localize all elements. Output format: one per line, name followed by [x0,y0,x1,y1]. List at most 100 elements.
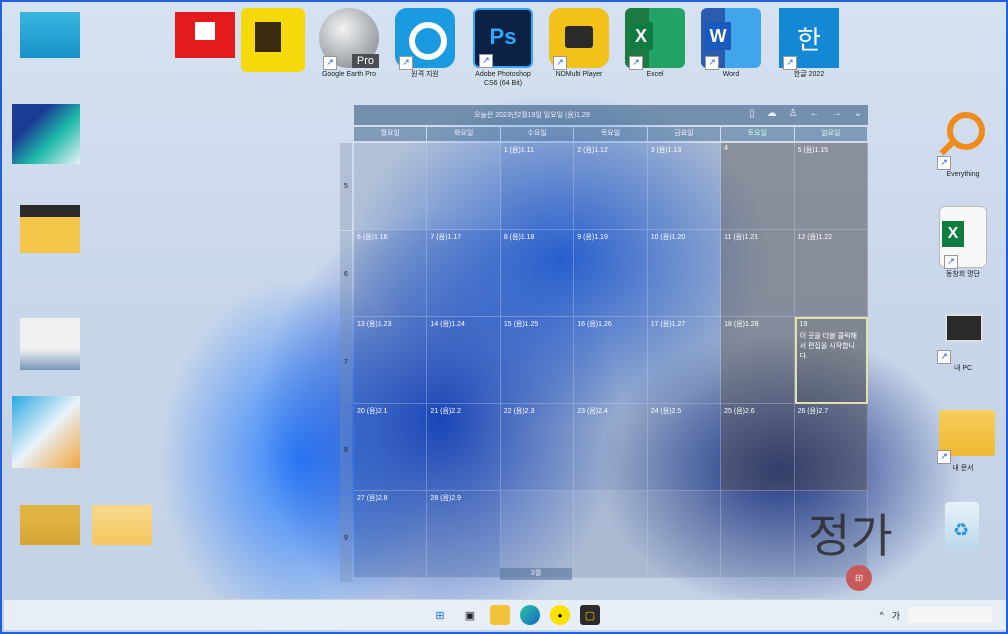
desktop-icon-3[interactable] [20,205,80,253]
day-label: 7 (음)1.17 [430,234,461,241]
day-label: 17 (음)1.27 [650,321,686,328]
desktop-icon-xls-file[interactable]: X ↗ 동창회 명단 [928,206,998,279]
clock[interactable] [908,607,992,623]
calendar-day[interactable]: 25 (음)2.6 [721,404,795,491]
calendar-day[interactable]: 11 (음)1.21 [721,230,795,317]
arrow-right-icon[interactable]: → [832,108,842,119]
calendar-day[interactable]: 17 (음)1.27 [647,317,722,404]
day-name: 일요일 [794,127,867,141]
calendar-day[interactable]: 2 (음)1.12 [574,143,648,230]
app-icon[interactable]: ▢ [580,605,600,625]
monitor-icon: ↗ [933,302,993,364]
calendar-day[interactable]: 23 (음)2.4 [574,404,648,491]
day-label: 9 (음)1.19 [577,234,608,241]
calendar-day[interactable]: 7 (음)1.17 [427,230,501,317]
calendar-day[interactable]: 15 (음)1.25 [500,317,575,404]
calendar-day[interactable]: 28 (음)2.9 [427,491,501,578]
calendar-day[interactable]: 3 (음)1.13 [647,143,722,230]
week-number: 5 [340,143,352,230]
user-icon[interactable]: ♙ [789,108,798,119]
desktop-icon-4[interactable] [20,318,80,370]
calendar-day[interactable]: 8 (음)1.18 [500,230,575,317]
calendar-day[interactable]: 4 [721,143,795,230]
calendar-day[interactable] [427,143,501,230]
calendar-day[interactable]: 13 (음)1.23 [354,317,428,404]
calendar-title: 오늘은 2023년2월19일 일요일 (음)1.29 [474,112,590,119]
day-label: 16 (음)1.26 [577,321,612,328]
day-label: 4 [724,145,729,152]
excel-badge: X [629,22,653,50]
shortcut-arrow-icon: ↗ [479,54,493,68]
kakaotalk-icon[interactable]: ● [550,605,570,625]
day-label: 25 (음)2.6 [724,408,755,415]
system-tray: ^ 가 [879,607,992,623]
calendar-day[interactable]: 18 (음)1.28 [721,317,795,404]
photoshop-icon: Ps ↗ [473,8,533,68]
start-icon[interactable]: ⊞ [430,605,450,625]
task-view-icon[interactable]: ▣ [460,605,480,625]
calendar-day[interactable] [574,491,648,578]
edge-icon[interactable] [520,605,540,625]
calendar-day[interactable]: 21 (음)2.2 [427,404,501,491]
desktop-icon-remote[interactable]: ↗ 원격 지원 [390,8,460,79]
icon-label: Adobe Photoshop CS6 (64 Bit) [475,71,531,87]
desktop-icon-photoshop[interactable]: Ps ↗ Adobe Photoshop CS6 (64 Bit) [468,8,538,88]
calendar-day[interactable]: 10 (음)1.20 [647,230,722,317]
calendar-day[interactable]: 20 (음)2.1 [354,404,428,491]
calendar-day[interactable]: 5 (음)1.15 [794,143,868,230]
desktop-icon-ndmulti[interactable]: ↗ NDMulti Player [544,8,614,79]
tray-chevron-icon[interactable]: ^ [879,610,883,620]
shortcut-arrow-icon: ↗ [937,450,951,464]
calendar-day[interactable]: 27 (음)2.8 [354,491,428,578]
arrow-left-icon[interactable]: ← [810,108,820,119]
desktop-icon-mypc[interactable]: ↗ 내 PC [928,302,998,373]
desktop-icon-hwp[interactable]: 한 ↗ 한글 2022 [774,8,844,79]
desktop-icon-yellow[interactable] [238,8,308,72]
calendar-day[interactable]: 14 (음)1.24 [427,317,501,404]
day-label: 18 (음)1.28 [724,321,759,328]
file-explorer-icon[interactable] [490,605,510,625]
desktop-icon-5[interactable] [12,396,80,468]
excel-icon: X ↗ [625,8,685,70]
day-label: 6 (음)1.16 [357,234,388,241]
calendar-day[interactable]: 16 (음)1.26 [574,317,648,404]
shortcut-arrow-icon: ↗ [323,56,337,70]
calendar-day[interactable]: 1 (음)1.11 [500,143,575,230]
desktop-icon-everything[interactable]: ↗ Everything [928,108,998,179]
ime-indicator[interactable]: 가 [892,609,900,622]
desktop-icon-google-earth[interactable]: Pro ↗ Google Earth Pro [314,8,384,79]
desktop-icon-recycle-bin[interactable]: ♻ [928,498,998,558]
day-label: 10 (음)1.20 [650,234,686,241]
excel-file-icon: X ↗ [939,206,987,269]
desktop-icon-excel[interactable]: X ↗ Excel [620,8,690,79]
icon-label: 내 PC [953,365,973,372]
desktop-icon-word[interactable]: W ↗ Word [696,8,766,79]
calendar-day[interactable] [500,491,575,578]
desktop-icon-red[interactable] [170,12,240,58]
calendar-day[interactable] [721,491,795,578]
desktop-icon-folder[interactable]: ↗ 내 문서 [928,402,998,473]
chevron-down-icon[interactable]: ⌄ [854,108,862,119]
calendar-day[interactable] [647,491,722,578]
day-label: 19 [799,321,808,328]
phone-icon[interactable]: ▯ [749,108,755,119]
calendar-day[interactable] [354,143,428,230]
yellow-app-icon [241,8,305,72]
calendar-day[interactable]: 24 (음)2.5 [647,404,722,491]
calendar-next-month[interactable]: 3월 [500,568,572,580]
calendar-day[interactable]: 26 (음)2.7 [794,404,868,491]
icon-label: 한글 2022 [793,71,825,78]
desktop-icon-7[interactable] [92,505,152,545]
icon-label: 동창회 명단 [945,271,981,278]
cloud-icon[interactable]: ☁ [767,108,777,119]
calendar-day[interactable]: 9 (음)1.19 [574,230,648,317]
calendar-day[interactable]: 6 (음)1.16 [354,230,428,317]
desktop-icon-2[interactable] [12,104,80,164]
calendar-day-today[interactable]: 19 이 곳을 더블 클릭해서 편집을 시작합니다. [794,317,868,404]
day-label: 14 (음)1.24 [430,321,465,328]
today-note[interactable]: 이 곳을 더블 클릭해서 편집을 시작합니다. [800,332,863,362]
calendar-day[interactable]: 12 (음)1.22 [794,230,868,317]
desktop-icon-6[interactable] [20,505,80,545]
calendar-day[interactable]: 22 (음)2.3 [500,404,575,491]
desktop-icon-1[interactable] [20,12,80,58]
